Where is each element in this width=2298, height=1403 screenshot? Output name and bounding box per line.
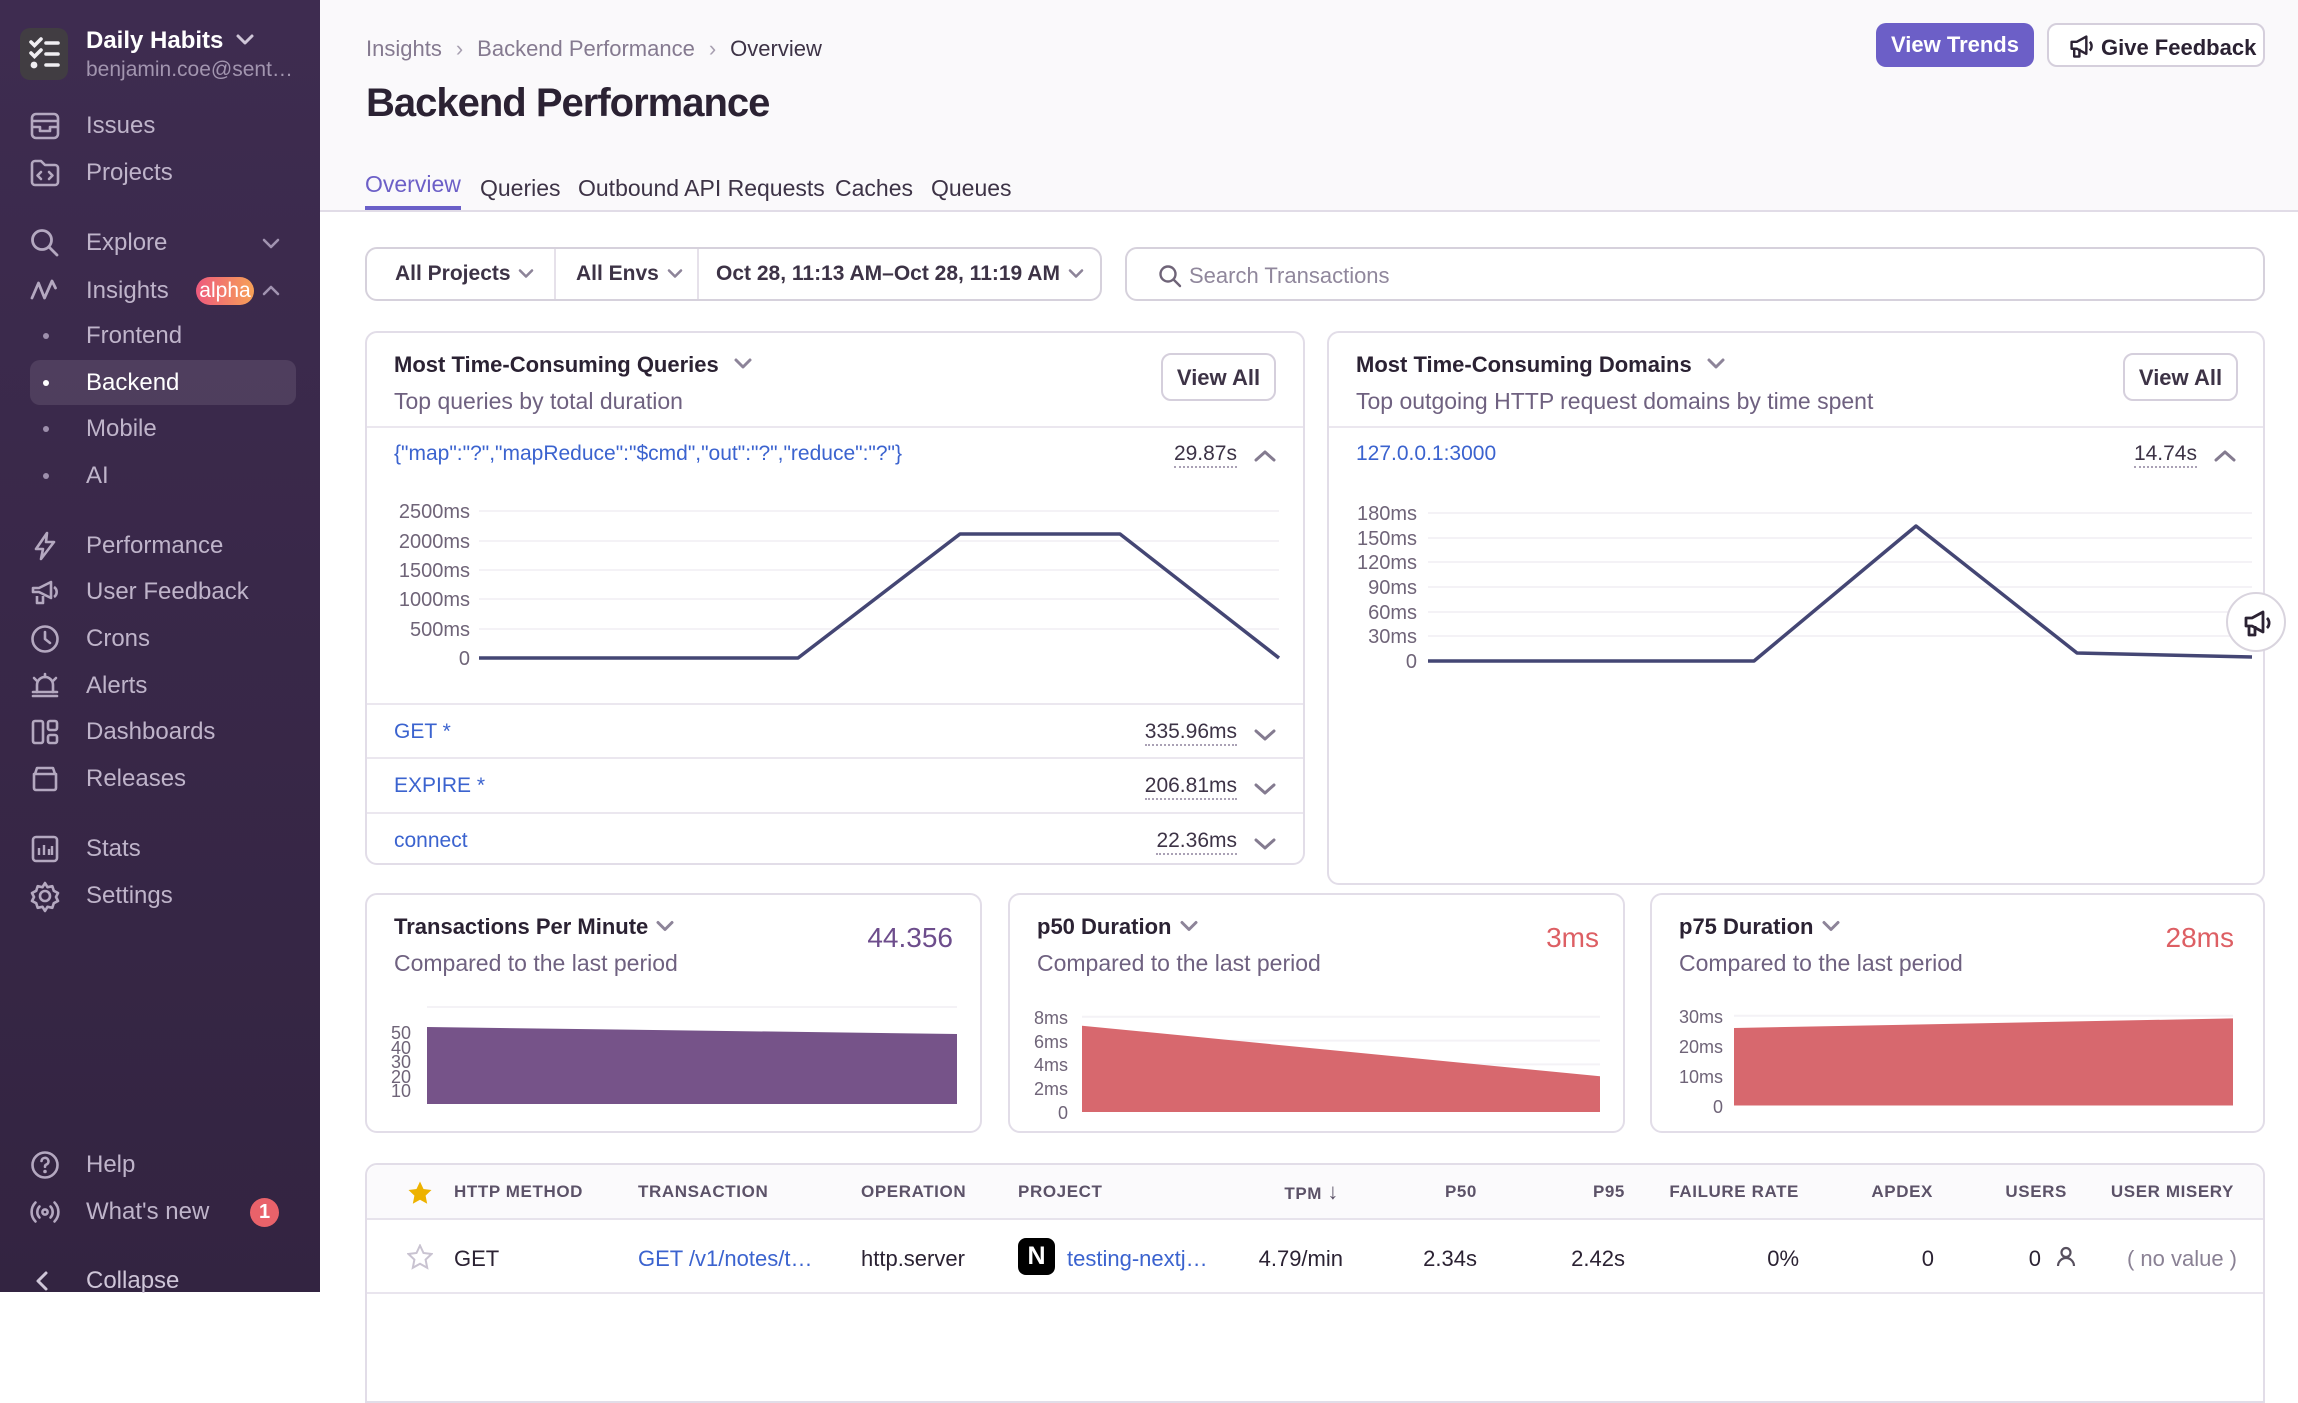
svg-text:150ms: 150ms: [1357, 528, 1417, 550]
svg-text:0: 0: [459, 648, 470, 670]
svg-text:500ms: 500ms: [410, 619, 470, 641]
svg-text:120ms: 120ms: [1357, 552, 1417, 574]
svg-text:0: 0: [1058, 1103, 1068, 1122]
svg-text:10ms: 10ms: [1679, 1067, 1723, 1087]
svg-text:90ms: 90ms: [1368, 577, 1417, 599]
svg-text:1000ms: 1000ms: [399, 589, 470, 611]
svg-text:8ms: 8ms: [1034, 1008, 1068, 1028]
svg-text:30ms: 30ms: [1368, 626, 1417, 648]
svg-text:2000ms: 2000ms: [399, 531, 470, 553]
svg-text:20ms: 20ms: [1679, 1037, 1723, 1057]
svg-text:4ms: 4ms: [1034, 1055, 1068, 1075]
svg-text:30ms: 30ms: [1679, 1007, 1723, 1027]
svg-text:1500ms: 1500ms: [399, 560, 470, 582]
svg-text:2500ms: 2500ms: [399, 501, 470, 523]
svg-text:6ms: 6ms: [1034, 1032, 1068, 1052]
svg-text:10: 10: [391, 1081, 411, 1101]
svg-text:2ms: 2ms: [1034, 1079, 1068, 1099]
svg-text:0: 0: [1406, 651, 1417, 673]
svg-text:0: 0: [1713, 1097, 1723, 1117]
svg-text:180ms: 180ms: [1357, 503, 1417, 525]
svg-text:60ms: 60ms: [1368, 602, 1417, 624]
